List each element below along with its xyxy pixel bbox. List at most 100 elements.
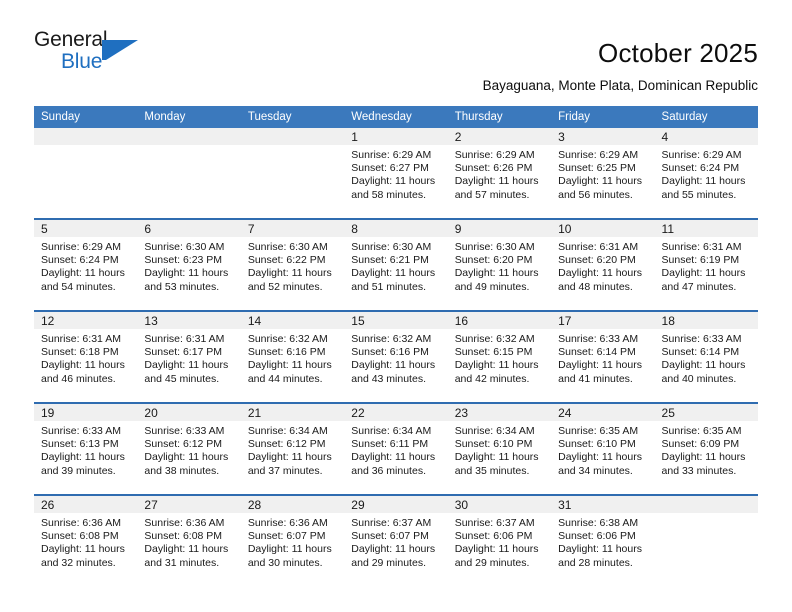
calendar-day-cell[interactable]: 28 Sunrise: 6:36 AM Sunset: 6:07 PM Dayligh… (240, 494, 345, 586)
day-sunset-text: Sunset: 6:20 PM (454, 254, 533, 267)
day-daylight-line1-text: Daylight: 11 hours (454, 175, 539, 188)
calendar-day-cell[interactable]: 24 Sunrise: 6:35 AM Sunset: 6:10 PM Dayligh… (551, 402, 655, 495)
day-sunset-text: Sunset: 6:27 PM (351, 162, 429, 175)
day-number: 19 (34, 404, 138, 421)
day-daylight-line1-text: Daylight: 11 hours (247, 267, 332, 280)
day-details: Sunrise: 6:34 AM Sunset: 6:12 PM Daylight:… (241, 421, 344, 478)
calendar-day-cell[interactable]: 16 Sunrise: 6:32 AM Sunset: 6:15 PM Dayligh… (447, 310, 552, 403)
day-daylight-line2-text: and 53 minutes. (144, 280, 220, 293)
day-details: Sunrise: 6:34 AM Sunset: 6:11 PM Daylight:… (344, 421, 447, 478)
day-sunset-text: Sunset: 6:08 PM (41, 530, 119, 543)
calendar-day-cell[interactable]: 13 Sunrise: 6:31 AM Sunset: 6:17 PM Dayligh… (137, 310, 241, 403)
weekday-header-friday: Friday (551, 106, 655, 128)
day-daylight-line2-text: and 41 minutes. (558, 372, 633, 385)
day-sunrise-text: Sunrise: 6:29 AM (41, 241, 121, 253)
day-details: Sunrise: 6:32 AM Sunset: 6:15 PM Daylight:… (448, 329, 551, 386)
day-daylight-line2-text: and 37 minutes. (247, 464, 323, 477)
day-sunset-text: Sunset: 6:07 PM (351, 530, 429, 543)
calendar-day-cell[interactable]: 14 Sunrise: 6:32 AM Sunset: 6:16 PM Dayligh… (240, 310, 345, 403)
calendar-day-cell[interactable]: 5 Sunrise: 6:29 AM Sunset: 6:24 PM Daylight… (34, 218, 138, 311)
day-number: 27 (137, 496, 241, 513)
day-details: Sunrise: 6:31 AM Sunset: 6:17 PM Daylight:… (137, 329, 240, 386)
day-details: Sunrise: 6:29 AM Sunset: 6:25 PM Daylight:… (551, 145, 654, 202)
day-daylight-line2-text: and 31 minutes. (144, 556, 220, 569)
calendar-day-cell[interactable]: 17 Sunrise: 6:33 AM Sunset: 6:14 PM Dayligh… (551, 310, 655, 403)
day-daylight-line2-text: and 33 minutes. (661, 464, 737, 477)
day-number: 11 (654, 220, 758, 237)
day-details: Sunrise: 6:31 AM Sunset: 6:20 PM Daylight:… (551, 237, 654, 294)
day-sunset-text: Sunset: 6:11 PM (351, 438, 429, 451)
day-sunrise-text: Sunrise: 6:29 AM (351, 149, 432, 161)
day-daylight-line1-text: Daylight: 11 hours (247, 359, 332, 372)
day-number: 5 (34, 220, 138, 237)
day-daylight-line2-text: and 49 minutes. (454, 280, 530, 293)
calendar-day-cell[interactable]: 31 Sunrise: 6:38 AM Sunset: 6:06 PM Dayligh… (551, 494, 655, 586)
day-sunset-text: Sunset: 6:19 PM (661, 254, 740, 267)
calendar-day-cell[interactable]: 2 Sunrise: 6:29 AM Sunset: 6:26 PM Daylight… (447, 128, 552, 219)
calendar-day-cell[interactable]: 1 Sunrise: 6:29 AM Sunset: 6:27 PM Daylight… (344, 128, 448, 219)
day-daylight-line2-text: and 46 minutes. (41, 372, 116, 385)
calendar-day-cell[interactable]: 25 Sunrise: 6:35 AM Sunset: 6:09 PM Dayligh… (654, 402, 758, 495)
calendar-day-cell[interactable]: 30 Sunrise: 6:37 AM Sunset: 6:06 PM Dayligh… (447, 494, 552, 586)
calendar-day-cell[interactable]: 9 Sunrise: 6:30 AM Sunset: 6:20 PM Daylight… (447, 218, 552, 311)
weekday-header-saturday: Saturday (654, 106, 758, 128)
day-daylight-line2-text: and 35 minutes. (454, 464, 530, 477)
day-sunrise-text: Sunrise: 6:30 AM (144, 241, 225, 253)
day-sunset-text: Sunset: 6:23 PM (144, 254, 223, 267)
day-daylight-line1-text: Daylight: 11 hours (558, 267, 642, 280)
day-daylight-line2-text: and 38 minutes. (144, 464, 220, 477)
day-sunset-text: Sunset: 6:26 PM (454, 162, 533, 175)
day-daylight-line1-text: Daylight: 11 hours (41, 267, 125, 280)
day-sunrise-text: Sunrise: 6:33 AM (661, 333, 742, 345)
calendar-day-cell[interactable]: 8 Sunrise: 6:30 AM Sunset: 6:21 PM Daylight… (344, 218, 448, 311)
day-details: Sunrise: 6:35 AM Sunset: 6:09 PM Daylight:… (655, 421, 758, 478)
calendar-day-cell[interactable]: 10 Sunrise: 6:31 AM Sunset: 6:20 PM Dayligh… (551, 218, 655, 311)
day-daylight-line2-text: and 55 minutes. (661, 188, 737, 201)
day-daylight-line2-text: and 34 minutes. (558, 464, 633, 477)
day-number: 23 (447, 404, 552, 421)
day-number: 3 (551, 128, 655, 145)
calendar-header-row-group: Sunday Monday Tuesday Wednesday Thursday… (34, 106, 758, 128)
day-sunrise-text: Sunrise: 6:30 AM (247, 241, 328, 253)
calendar-day-cell[interactable]: 18 Sunrise: 6:33 AM Sunset: 6:14 PM Dayligh… (654, 310, 758, 403)
calendar-day-cell[interactable]: 4 Sunrise: 6:29 AM Sunset: 6:24 PM Daylight… (654, 128, 758, 219)
calendar-day-cell[interactable]: 7 Sunrise: 6:30 AM Sunset: 6:22 PM Daylight… (240, 218, 345, 311)
day-daylight-line2-text: and 36 minutes. (351, 464, 426, 477)
calendar-day-cell[interactable]: 21 Sunrise: 6:34 AM Sunset: 6:12 PM Dayligh… (240, 402, 345, 495)
day-number: 21 (240, 404, 345, 421)
day-sunset-text: Sunset: 6:14 PM (558, 346, 636, 359)
day-daylight-line2-text: and 43 minutes. (351, 372, 426, 385)
calendar-day-cell[interactable]: 26 Sunrise: 6:36 AM Sunset: 6:08 PM Dayligh… (34, 494, 138, 586)
calendar-day-cell[interactable]: 15 Sunrise: 6:32 AM Sunset: 6:16 PM Dayligh… (344, 310, 448, 403)
calendar-day-cell-empty (240, 128, 345, 219)
calendar-day-cell[interactable]: 20 Sunrise: 6:33 AM Sunset: 6:12 PM Dayligh… (137, 402, 241, 495)
day-number: 15 (344, 312, 448, 329)
calendar-day-cell[interactable]: 29 Sunrise: 6:37 AM Sunset: 6:07 PM Dayligh… (344, 494, 448, 586)
day-sunrise-text: Sunrise: 6:30 AM (454, 241, 535, 253)
day-details: Sunrise: 6:29 AM Sunset: 6:24 PM Daylight:… (655, 145, 758, 202)
day-sunrise-text: Sunrise: 6:31 AM (661, 241, 742, 253)
calendar-day-cell[interactable]: 12 Sunrise: 6:31 AM Sunset: 6:18 PM Dayligh… (34, 310, 138, 403)
calendar-day-cell[interactable]: 22 Sunrise: 6:34 AM Sunset: 6:11 PM Dayligh… (344, 402, 448, 495)
day-number: 10 (551, 220, 655, 237)
calendar-day-cell[interactable]: 23 Sunrise: 6:34 AM Sunset: 6:10 PM Dayligh… (447, 402, 552, 495)
day-daylight-line1-text: Daylight: 11 hours (661, 175, 746, 188)
day-sunrise-text: Sunrise: 6:34 AM (247, 425, 328, 437)
day-sunset-text: Sunset: 6:24 PM (661, 162, 740, 175)
calendar-day-cell[interactable]: 27 Sunrise: 6:36 AM Sunset: 6:08 PM Dayligh… (137, 494, 241, 586)
day-sunrise-text: Sunrise: 6:35 AM (558, 425, 639, 437)
calendar-week-row: 19 Sunrise: 6:33 AM Sunset: 6:13 PM Dayligh… (34, 402, 758, 495)
weekday-header-sunday: Sunday (34, 106, 138, 128)
calendar-day-cell[interactable]: 6 Sunrise: 6:30 AM Sunset: 6:23 PM Daylight… (137, 218, 241, 311)
calendar-day-cell[interactable]: 3 Sunrise: 6:29 AM Sunset: 6:25 PM Daylight… (551, 128, 655, 219)
day-details: Sunrise: 6:33 AM Sunset: 6:12 PM Daylight:… (137, 421, 240, 478)
day-daylight-line2-text: and 30 minutes. (247, 556, 323, 569)
calendar-day-cell[interactable]: 11 Sunrise: 6:31 AM Sunset: 6:19 PM Dayligh… (654, 218, 758, 311)
day-sunset-text: Sunset: 6:06 PM (454, 530, 533, 543)
calendar-page: General Blue October 2025 Bayaguana, Mon… (0, 0, 792, 612)
general-blue-logo[interactable]: General Blue (34, 28, 174, 84)
calendar-day-cell[interactable]: 19 Sunrise: 6:33 AM Sunset: 6:13 PM Dayligh… (34, 402, 138, 495)
day-sunrise-text: Sunrise: 6:30 AM (351, 241, 432, 253)
day-sunrise-text: Sunrise: 6:32 AM (247, 333, 328, 345)
page-title: October 2025 (598, 38, 758, 68)
